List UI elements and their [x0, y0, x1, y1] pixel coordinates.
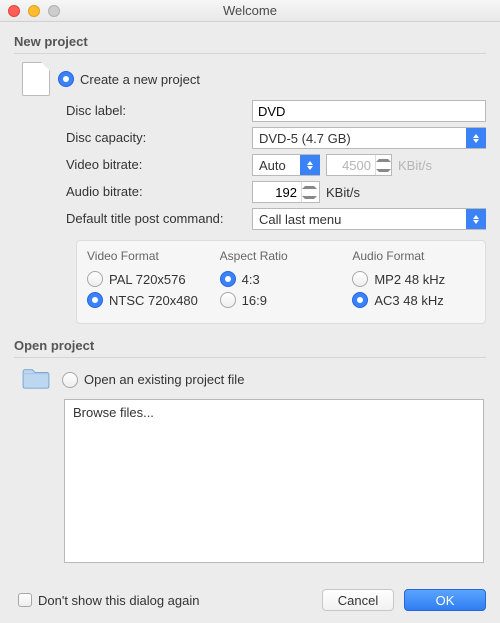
- ntsc-label: NTSC 720x480: [109, 293, 198, 308]
- video-format-title: Video Format: [87, 249, 210, 263]
- video-bitrate-select[interactable]: Auto: [252, 154, 320, 176]
- audio-bitrate-label: Audio bitrate:: [66, 181, 248, 203]
- footer: Don't show this dialog again Cancel OK: [0, 579, 500, 623]
- ac3-radio[interactable]: [352, 292, 368, 308]
- stepper-controls[interactable]: [375, 155, 391, 175]
- audio-bitrate-unit: KBit/s: [326, 185, 360, 200]
- titlebar: Welcome: [0, 0, 500, 22]
- chevrons-icon: [300, 155, 320, 175]
- minimize-icon[interactable]: [28, 5, 40, 17]
- close-icon[interactable]: [8, 5, 20, 17]
- disc-label-label: Disc label:: [66, 100, 248, 122]
- document-icon: [22, 62, 50, 96]
- video-bitrate-unit: KBit/s: [398, 158, 432, 173]
- folder-icon: [21, 366, 51, 393]
- new-project-title: New project: [14, 34, 486, 49]
- open-project-radio[interactable]: [62, 372, 78, 388]
- video-bitrate-stepper[interactable]: [326, 154, 392, 176]
- video-bitrate-custom-input: [327, 155, 375, 175]
- mp2-radio[interactable]: [352, 271, 368, 287]
- aspect-ratio-title: Aspect Ratio: [220, 249, 343, 263]
- audio-bitrate-stepper[interactable]: [252, 181, 320, 203]
- aspect-43-label: 4:3: [242, 272, 260, 287]
- dont-show-label: Don't show this dialog again: [38, 593, 199, 608]
- chevrons-icon: [466, 209, 486, 229]
- ac3-label: AC3 48 kHz: [374, 293, 443, 308]
- audio-bitrate-input[interactable]: [253, 182, 301, 202]
- ok-button[interactable]: OK: [404, 589, 486, 611]
- ntsc-radio[interactable]: [87, 292, 103, 308]
- browse-files-item[interactable]: Browse files...: [73, 405, 475, 420]
- aspect-169-radio[interactable]: [220, 292, 236, 308]
- pal-label: PAL 720x576: [109, 272, 186, 287]
- post-command-label: Default title post command:: [66, 208, 248, 230]
- disc-capacity-label: Disc capacity:: [66, 127, 248, 149]
- divider: [14, 357, 486, 358]
- chevrons-icon: [466, 128, 486, 148]
- zoom-icon[interactable]: [48, 5, 60, 17]
- mp2-label: MP2 48 kHz: [374, 272, 445, 287]
- disc-capacity-select[interactable]: DVD-5 (4.7 GB): [252, 127, 486, 149]
- disc-capacity-value: DVD-5 (4.7 GB): [253, 131, 466, 146]
- aspect-43-radio[interactable]: [220, 271, 236, 287]
- create-project-radio[interactable]: [58, 71, 74, 87]
- create-project-label: Create a new project: [80, 72, 200, 87]
- project-listbox[interactable]: Browse files...: [64, 399, 484, 563]
- audio-format-title: Audio Format: [352, 249, 475, 263]
- disc-label-input[interactable]: [252, 100, 486, 122]
- divider: [14, 53, 486, 54]
- aspect-169-label: 16:9: [242, 293, 267, 308]
- cancel-button[interactable]: Cancel: [322, 589, 394, 611]
- video-bitrate-value: Auto: [253, 158, 300, 173]
- open-project-title: Open project: [14, 338, 486, 353]
- pal-radio[interactable]: [87, 271, 103, 287]
- dont-show-checkbox[interactable]: [18, 593, 32, 607]
- post-command-select[interactable]: Call last menu: [252, 208, 486, 230]
- video-bitrate-label: Video bitrate:: [66, 154, 248, 176]
- window-title: Welcome: [0, 3, 500, 18]
- format-panel: Video Format PAL 720x576 NTSC 720x480 As…: [76, 240, 486, 324]
- post-command-value: Call last menu: [253, 212, 466, 227]
- window-controls: [0, 5, 60, 17]
- stepper-controls[interactable]: [301, 182, 317, 202]
- open-project-label: Open an existing project file: [84, 372, 244, 387]
